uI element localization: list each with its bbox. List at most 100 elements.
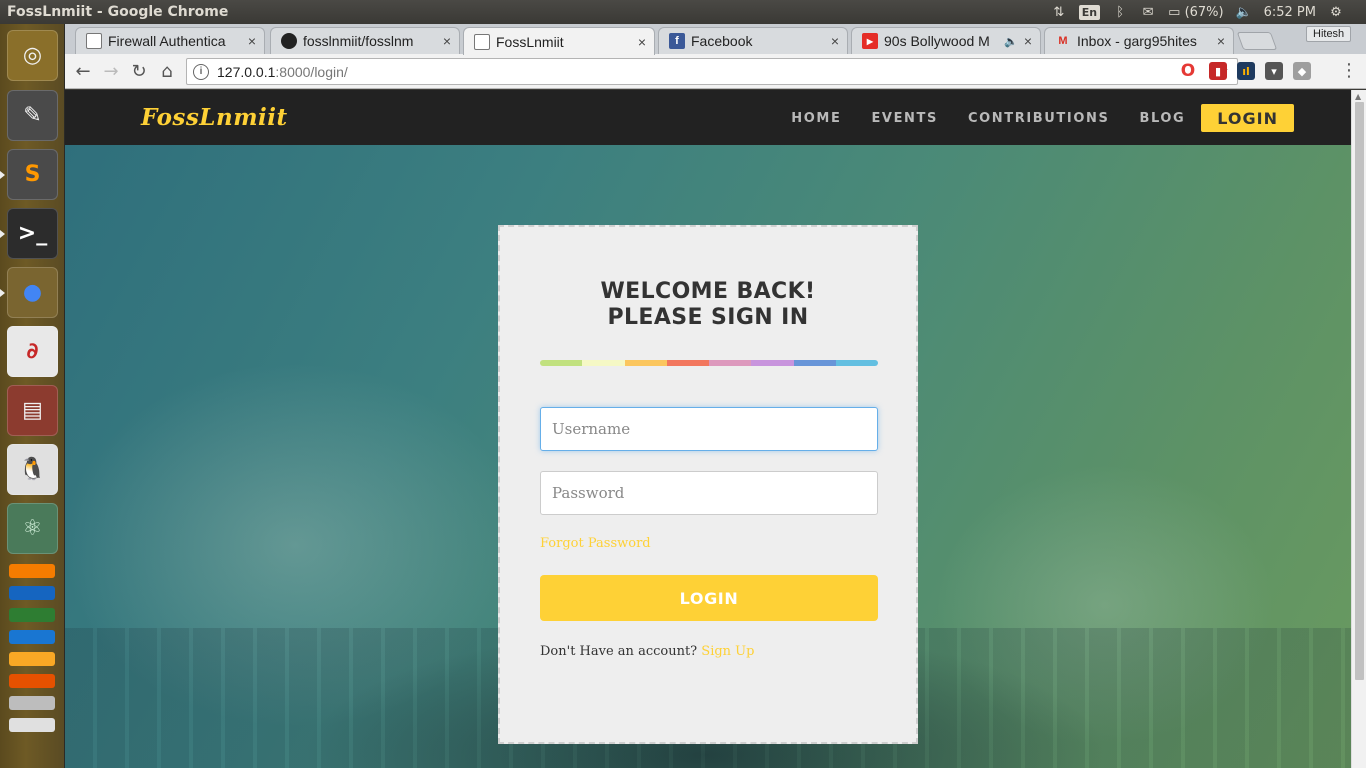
nav-contributions[interactable]: CONTRIBUTIONS bbox=[968, 111, 1109, 126]
tab-firewall-authentication[interactable]: Firewall Authentica × bbox=[75, 27, 265, 54]
signup-prompt-text: Don't Have an account? bbox=[540, 644, 698, 659]
tab-label: FossLnmiit bbox=[496, 33, 564, 50]
running-indicator bbox=[0, 230, 5, 238]
forgot-password-link[interactable]: Forgot Password bbox=[540, 536, 651, 551]
launcher-glyph: ◎ bbox=[22, 43, 43, 68]
signup-link[interactable]: Sign Up bbox=[701, 644, 754, 659]
url-path: :8000/login/ bbox=[275, 63, 348, 80]
close-icon[interactable]: × bbox=[831, 33, 839, 49]
launcher-glyph: ∂ bbox=[26, 339, 39, 364]
launcher-stacked-app[interactable] bbox=[9, 674, 55, 688]
sublime-text-icon[interactable]: S bbox=[7, 149, 58, 200]
launcher-stacked-app[interactable] bbox=[9, 696, 55, 710]
home-icon[interactable]: ⌂ bbox=[154, 59, 180, 83]
network-icon[interactable]: ⇅ bbox=[1051, 5, 1067, 20]
signup-prompt: Don't Have an account? Sign Up bbox=[540, 644, 754, 659]
launcher-stacked-app[interactable] bbox=[9, 564, 55, 578]
ubuntu-dash-icon[interactable]: ◎ bbox=[7, 30, 58, 81]
opera-extension-icon[interactable]: O bbox=[1179, 61, 1197, 81]
gmail-icon: M bbox=[1058, 35, 1068, 47]
tab-90s-bollywood[interactable]: ▶ 90s Bollywood M 🔈 × bbox=[851, 27, 1041, 54]
keyboard-language-indicator[interactable]: En bbox=[1078, 4, 1101, 20]
github-icon bbox=[281, 33, 297, 49]
power-gear-icon[interactable]: ⚙ bbox=[1328, 5, 1344, 20]
launcher-glyph: ● bbox=[22, 280, 43, 305]
clock[interactable]: 6:52 PM bbox=[1264, 5, 1316, 20]
battery-icon: ▭ bbox=[1168, 4, 1181, 20]
divider-segment bbox=[582, 360, 625, 366]
bookmark-extension-icon[interactable]: ▮ bbox=[1209, 62, 1227, 80]
forward-arrow-icon[interactable]: → bbox=[98, 59, 124, 83]
nav-home[interactable]: HOME bbox=[791, 111, 841, 126]
tab-label: fosslnmiit/fosslnm bbox=[303, 33, 414, 49]
username-input[interactable] bbox=[540, 407, 878, 451]
nav-login-button[interactable]: LOGIN bbox=[1201, 104, 1294, 132]
launcher-glyph: ▤ bbox=[22, 398, 43, 423]
pocket-extension-icon[interactable]: ▾ bbox=[1265, 62, 1283, 80]
tab-label: Firewall Authentica bbox=[108, 33, 226, 49]
tab-github-fosslnmiit[interactable]: fosslnmiit/fosslnm × bbox=[270, 27, 460, 54]
tab-fosslnmiit[interactable]: FossLnmiit × bbox=[463, 27, 655, 55]
site-navbar: FossLnmiit HOME EVENTS CONTRIBUTIONS BLO… bbox=[65, 90, 1351, 145]
scroll-up-arrow-icon[interactable]: ▲ bbox=[1355, 92, 1361, 101]
divider-segment bbox=[666, 360, 709, 366]
os-top-panel: FossLnmiit - Google Chrome ⇅ En ᛒ ✉ ▭ (6… bbox=[0, 0, 1366, 24]
close-icon[interactable]: × bbox=[1217, 33, 1225, 49]
linux-penguin-icon[interactable]: 🐧 bbox=[7, 444, 58, 495]
divider-segment bbox=[709, 360, 752, 366]
scrollbar-thumb[interactable] bbox=[1355, 102, 1364, 680]
close-icon[interactable]: × bbox=[443, 33, 451, 49]
color-divider bbox=[540, 360, 878, 366]
chrome-menu-icon[interactable]: ⋮ bbox=[1340, 60, 1358, 81]
launcher-stacked-app[interactable] bbox=[9, 586, 55, 600]
launcher-stacked-app[interactable] bbox=[9, 652, 55, 666]
document-viewer-icon[interactable]: ∂ bbox=[7, 326, 58, 377]
hero-background: WELCOME BACK! PLEASE SIGN IN Forgot Pass… bbox=[65, 145, 1351, 768]
volume-icon[interactable]: 🔈 bbox=[1236, 5, 1252, 20]
chrome-icon[interactable]: ● bbox=[7, 267, 58, 318]
tab-gmail-inbox[interactable]: M Inbox - garg95hites × bbox=[1044, 27, 1234, 54]
login-card: WELCOME BACK! PLEASE SIGN IN Forgot Pass… bbox=[498, 225, 918, 744]
launcher-glyph: 🐧 bbox=[18, 457, 47, 482]
page-scrollbar[interactable]: ▲ bbox=[1351, 90, 1366, 768]
divider-segment bbox=[793, 360, 836, 366]
site-info-icon[interactable]: i bbox=[193, 63, 209, 80]
back-arrow-icon[interactable]: ← bbox=[70, 59, 96, 83]
system-tray: ⇅ En ᛒ ✉ ▭ (67%) 🔈 6:52 PM ⚙ bbox=[1051, 4, 1366, 20]
mail-icon[interactable]: ✉ bbox=[1140, 5, 1156, 20]
launcher-stacked-app[interactable] bbox=[9, 608, 55, 622]
close-icon[interactable]: × bbox=[248, 33, 256, 49]
tab-label: Inbox - garg95hites bbox=[1077, 33, 1197, 49]
reload-icon[interactable]: ↻ bbox=[126, 59, 152, 83]
audio-playing-icon[interactable]: 🔈 bbox=[1004, 35, 1018, 48]
profile-button[interactable]: Hitesh bbox=[1306, 26, 1352, 42]
atom-editor-icon[interactable]: ⚛ bbox=[7, 503, 58, 554]
cube-extension-icon[interactable]: ◆ bbox=[1293, 62, 1311, 80]
file-archive-icon[interactable]: ▤ bbox=[7, 385, 58, 436]
battery-percent: (67%) bbox=[1184, 4, 1224, 20]
launcher-stacked-app[interactable] bbox=[9, 630, 55, 644]
nav-events[interactable]: EVENTS bbox=[871, 111, 938, 126]
site-brand-logo[interactable]: FossLnmiit bbox=[141, 104, 288, 131]
analytics-extension-icon[interactable]: ıl bbox=[1237, 62, 1255, 80]
launcher-glyph: S bbox=[24, 162, 41, 187]
page-icon bbox=[86, 33, 102, 49]
tab-label: Facebook bbox=[691, 33, 753, 49]
close-icon[interactable]: × bbox=[638, 34, 646, 50]
nav-blog[interactable]: BLOG bbox=[1139, 111, 1185, 126]
divider-segment bbox=[624, 360, 667, 366]
divider-segment bbox=[835, 360, 878, 366]
new-tab-button[interactable] bbox=[1236, 32, 1278, 50]
launcher-stacked-app[interactable] bbox=[9, 718, 55, 732]
bluetooth-icon[interactable]: ᛒ bbox=[1112, 5, 1128, 20]
terminal-icon[interactable]: >_ bbox=[7, 208, 58, 259]
window-title: FossLnmiit - Google Chrome bbox=[7, 4, 229, 20]
text-editor-icon[interactable]: ✎ bbox=[7, 90, 58, 141]
close-icon[interactable]: × bbox=[1024, 33, 1032, 49]
password-input[interactable] bbox=[540, 471, 878, 515]
battery-indicator[interactable]: ▭ (67%) bbox=[1168, 5, 1223, 20]
address-bar[interactable]: i 127.0.0.1:8000/login/ ☆ bbox=[186, 58, 1238, 85]
tab-facebook[interactable]: f Facebook × bbox=[658, 27, 848, 54]
login-submit-button[interactable]: LOGIN bbox=[540, 575, 878, 621]
site-nav-links: HOME EVENTS CONTRIBUTIONS BLOG LOGIN bbox=[761, 104, 1294, 132]
